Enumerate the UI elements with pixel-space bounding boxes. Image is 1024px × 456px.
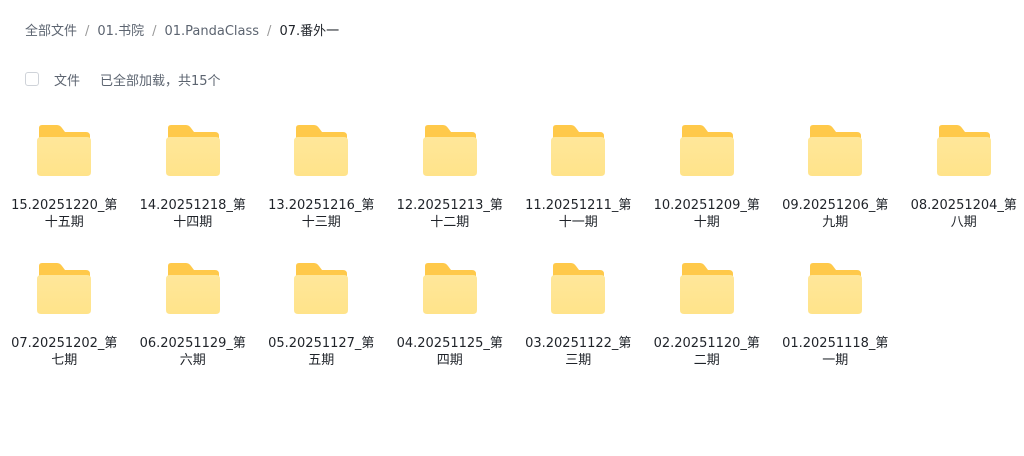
folder-icon (422, 263, 477, 314)
folder-name: 07.20251202_第七期 (11, 336, 118, 368)
folder-icon (808, 263, 863, 314)
folder-icon (165, 125, 220, 176)
folder-name: 09.20251206_第九期 (782, 198, 889, 230)
folder-grid: 15.20251220_第十五期 14.20251218_第十四期 13.20251… (0, 118, 1024, 394)
folder-name: 05.20251127_第五期 (268, 336, 375, 368)
folder-icon (679, 125, 734, 176)
select-all-checkbox[interactable] (25, 72, 39, 86)
breadcrumb-item-pandaclass[interactable]: 01.PandaClass (164, 22, 259, 42)
folder-item[interactable]: 07.20251202_第七期 (0, 256, 129, 394)
folder-item[interactable]: 10.20251209_第十期 (643, 118, 772, 256)
file-browser-page: 全部文件 / 01.书院 / 01.PandaClass / 07.番外一 文件… (0, 0, 1024, 456)
folder-item[interactable]: 05.20251127_第五期 (257, 256, 386, 394)
folder-item[interactable]: 15.20251220_第十五期 (0, 118, 129, 256)
folder-item[interactable]: 04.20251125_第四期 (386, 256, 515, 394)
folder-name: 13.20251216_第十三期 (268, 198, 375, 230)
folder-item[interactable]: 14.20251218_第十四期 (129, 118, 258, 256)
folder-name: 02.20251120_第二期 (653, 336, 760, 368)
breadcrumb-separator: / (152, 24, 157, 39)
breadcrumb-separator: / (85, 24, 90, 39)
folder-name: 06.20251129_第六期 (139, 336, 246, 368)
folder-name: 14.20251218_第十四期 (139, 198, 246, 230)
folder-item[interactable]: 11.20251211_第十一期 (514, 118, 643, 256)
folder-name: 01.20251118_第一期 (782, 336, 889, 368)
folder-name: 04.20251125_第四期 (396, 336, 503, 368)
folder-name: 11.20251211_第十一期 (525, 198, 632, 230)
breadcrumb-item-root[interactable]: 全部文件 (25, 22, 77, 42)
folder-icon (551, 263, 606, 314)
folder-item[interactable]: 13.20251216_第十三期 (257, 118, 386, 256)
folder-name: 10.20251209_第十期 (653, 198, 760, 230)
list-toolbar: 文件 已全部加载，共15个 (25, 69, 221, 89)
file-column-label[interactable]: 文件 (54, 70, 80, 89)
folder-icon (936, 125, 991, 176)
folder-item[interactable]: 08.20251204_第八期 (900, 118, 1024, 256)
folder-item[interactable]: 12.20251213_第十二期 (386, 118, 515, 256)
breadcrumb: 全部文件 / 01.书院 / 01.PandaClass / 07.番外一 (25, 22, 339, 42)
folder-icon (422, 125, 477, 176)
folder-icon (808, 125, 863, 176)
folder-item[interactable]: 01.20251118_第一期 (771, 256, 900, 394)
folder-icon (37, 263, 92, 314)
folder-icon (294, 263, 349, 314)
folder-name: 03.20251122_第三期 (525, 336, 632, 368)
folder-icon (294, 125, 349, 176)
folder-item[interactable]: 09.20251206_第九期 (771, 118, 900, 256)
breadcrumb-item-current: 07.番外一 (279, 24, 340, 39)
folder-icon (165, 263, 220, 314)
folder-icon (679, 263, 734, 314)
folder-name: 12.20251213_第十二期 (396, 198, 503, 230)
breadcrumb-separator: / (267, 24, 272, 39)
breadcrumb-item-academy[interactable]: 01.书院 (97, 22, 144, 42)
folder-icon (551, 125, 606, 176)
folder-item[interactable]: 02.20251120_第二期 (643, 256, 772, 394)
folder-name: 08.20251204_第八期 (910, 198, 1017, 230)
folder-item[interactable]: 06.20251129_第六期 (129, 256, 258, 394)
folder-item[interactable]: 03.20251122_第三期 (514, 256, 643, 394)
folder-name: 15.20251220_第十五期 (11, 198, 118, 230)
load-status-text: 已全部加载，共15个 (100, 73, 221, 89)
folder-icon (37, 125, 92, 176)
